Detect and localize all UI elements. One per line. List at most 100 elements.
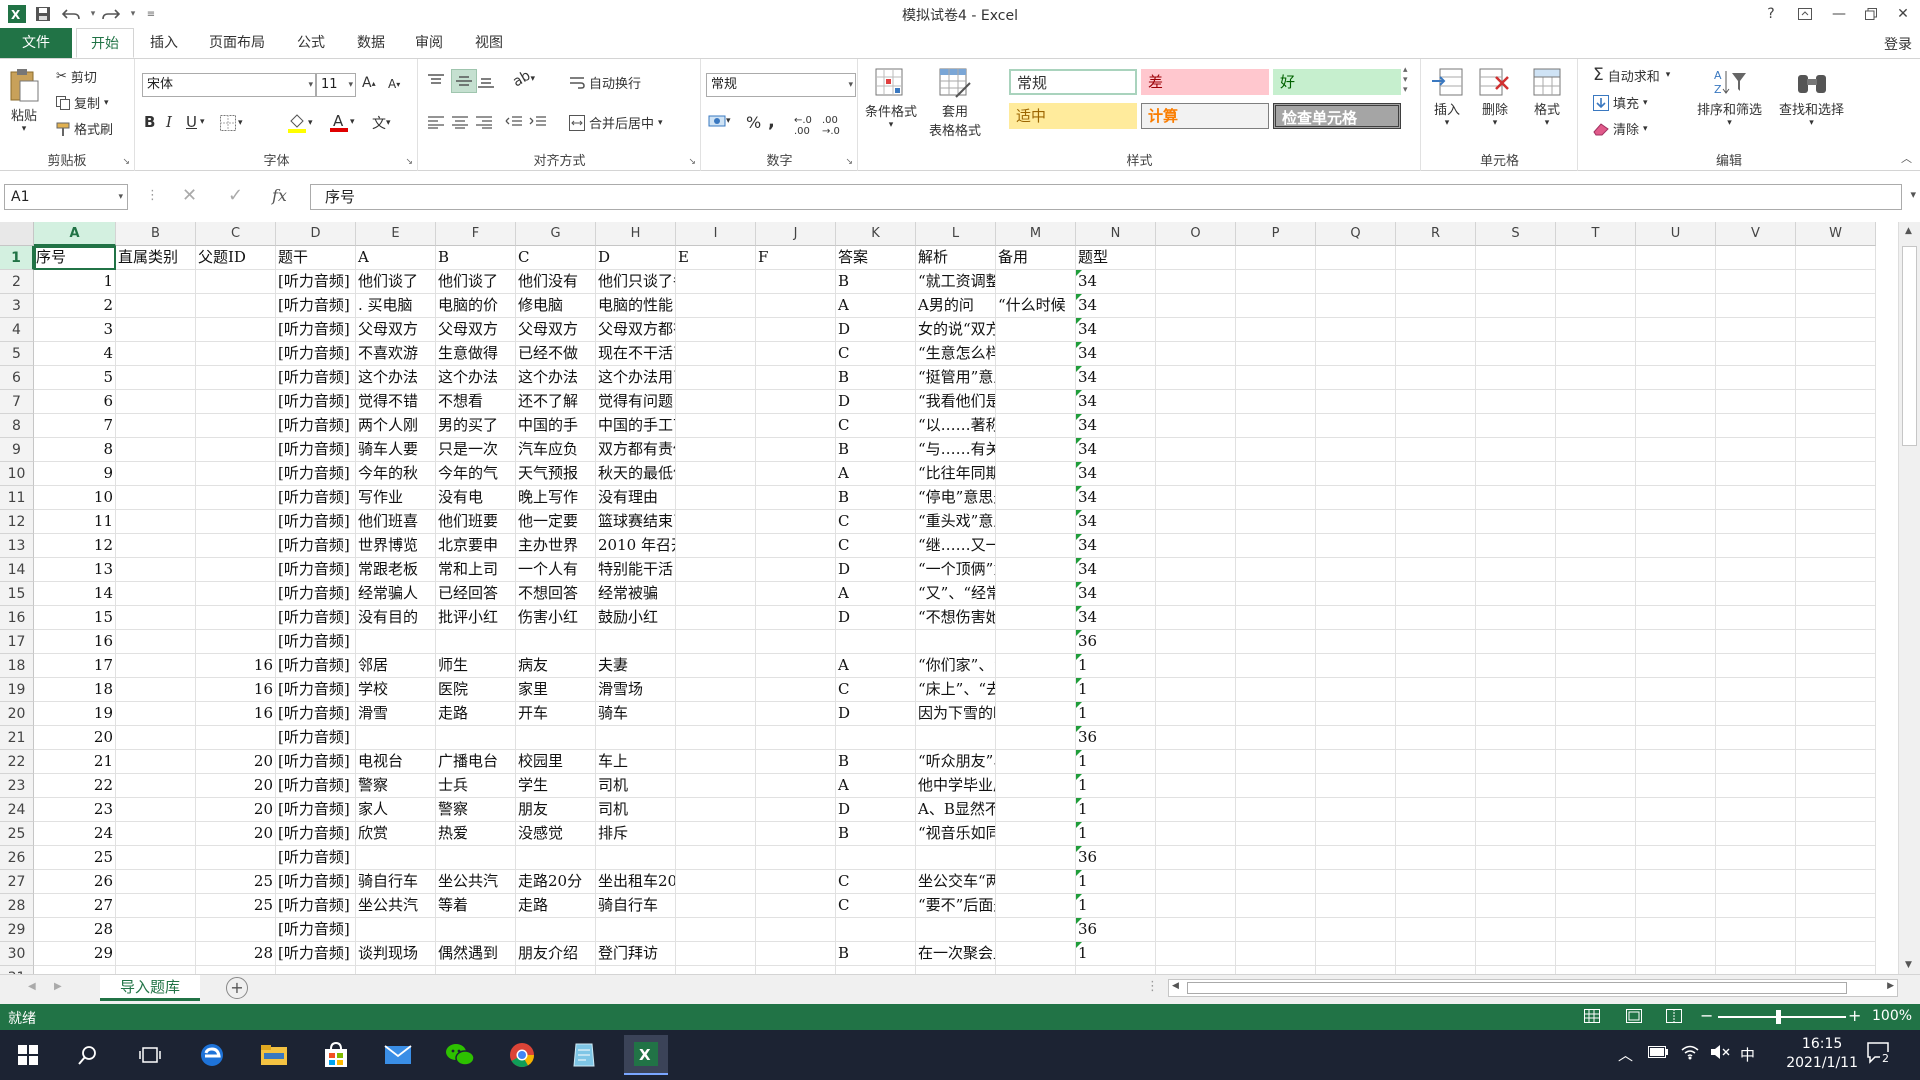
table-cell[interactable] bbox=[1476, 750, 1556, 774]
row-header[interactable]: 19 bbox=[0, 678, 34, 702]
table-cell[interactable] bbox=[1476, 774, 1556, 798]
table-cell[interactable] bbox=[1796, 558, 1876, 582]
table-cell[interactable]: [听力音频] bbox=[276, 318, 356, 342]
formula-input[interactable]: 序号 bbox=[310, 184, 1902, 210]
table-cell[interactable] bbox=[1716, 630, 1796, 654]
table-cell[interactable]: 父母双方 bbox=[356, 318, 436, 342]
table-cell[interactable] bbox=[1316, 822, 1396, 846]
table-cell[interactable]: 觉得有问题 bbox=[596, 390, 676, 414]
table-cell[interactable] bbox=[836, 726, 916, 750]
table-cell[interactable] bbox=[196, 390, 276, 414]
table-cell[interactable] bbox=[1796, 414, 1876, 438]
table-cell[interactable] bbox=[1636, 822, 1716, 846]
cancel-entry-icon[interactable]: ✕ bbox=[182, 185, 197, 206]
table-cell[interactable]: 他们只谈了各自的看法 bbox=[596, 270, 676, 294]
table-cell[interactable] bbox=[1636, 918, 1716, 942]
table-cell[interactable] bbox=[1636, 438, 1716, 462]
table-cell[interactable]: 9 bbox=[34, 462, 116, 486]
row-header[interactable]: 4 bbox=[0, 318, 34, 342]
table-cell[interactable]: 一个人有 bbox=[516, 558, 596, 582]
table-cell[interactable] bbox=[676, 318, 756, 342]
table-cell[interactable] bbox=[1396, 390, 1476, 414]
table-cell[interactable]: B bbox=[836, 486, 916, 510]
table-cell[interactable] bbox=[1396, 414, 1476, 438]
table-cell[interactable] bbox=[756, 390, 836, 414]
table-cell[interactable] bbox=[1636, 294, 1716, 318]
table-cell[interactable] bbox=[1156, 390, 1236, 414]
table-cell[interactable] bbox=[1476, 558, 1556, 582]
table-cell[interactable]: 16 bbox=[196, 654, 276, 678]
table-cell[interactable] bbox=[1316, 654, 1396, 678]
table-cell[interactable]: A、B显然不对；他想 bbox=[916, 798, 996, 822]
table-cell[interactable] bbox=[676, 366, 756, 390]
clock[interactable]: 16:15 2021/1/11 bbox=[1786, 1035, 1858, 1073]
table-cell[interactable] bbox=[1796, 942, 1876, 966]
table-cell[interactable]: 3 bbox=[34, 318, 116, 342]
table-cell[interactable] bbox=[116, 846, 196, 870]
table-cell[interactable] bbox=[1156, 342, 1236, 366]
table-cell[interactable] bbox=[1156, 798, 1236, 822]
table-cell[interactable] bbox=[116, 606, 196, 630]
table-cell[interactable] bbox=[1716, 678, 1796, 702]
table-cell[interactable] bbox=[1396, 606, 1476, 630]
table-cell[interactable] bbox=[1556, 414, 1636, 438]
table-cell[interactable] bbox=[1796, 966, 1876, 974]
table-cell[interactable] bbox=[1476, 294, 1556, 318]
table-cell[interactable]: [听力音频] bbox=[276, 606, 356, 630]
table-cell[interactable]: 34 bbox=[1076, 342, 1156, 366]
table-cell[interactable] bbox=[1556, 390, 1636, 414]
table-cell[interactable] bbox=[116, 462, 196, 486]
sort-filter-button[interactable]: AZ 排序和筛选 ▾ bbox=[1697, 67, 1762, 128]
table-cell[interactable] bbox=[516, 726, 596, 750]
table-cell[interactable] bbox=[1396, 750, 1476, 774]
table-cell[interactable]: 12 bbox=[34, 534, 116, 558]
table-cell[interactable] bbox=[756, 966, 836, 974]
add-sheet-icon[interactable]: + bbox=[226, 977, 248, 999]
table-cell[interactable]: [听力音频] bbox=[276, 486, 356, 510]
table-cell[interactable] bbox=[196, 846, 276, 870]
table-cell[interactable]: B bbox=[836, 438, 916, 462]
table-cell[interactable]: 题干 bbox=[276, 246, 356, 270]
table-cell[interactable]: 病友 bbox=[516, 654, 596, 678]
table-cell[interactable]: 1 bbox=[1076, 654, 1156, 678]
table-cell[interactable] bbox=[1076, 966, 1156, 974]
table-cell[interactable] bbox=[1316, 798, 1396, 822]
table-cell[interactable] bbox=[1796, 534, 1876, 558]
table-cell[interactable]: 序号 bbox=[34, 246, 116, 270]
table-cell[interactable] bbox=[1716, 438, 1796, 462]
table-cell[interactable] bbox=[1556, 342, 1636, 366]
table-cell[interactable] bbox=[1636, 750, 1716, 774]
paste-button[interactable]: 粘贴 ▾ bbox=[8, 67, 40, 134]
table-cell[interactable] bbox=[1316, 246, 1396, 270]
table-cell[interactable] bbox=[996, 678, 1076, 702]
excel-taskbar-icon[interactable]: X bbox=[624, 1035, 668, 1075]
table-cell[interactable] bbox=[1796, 606, 1876, 630]
table-cell[interactable] bbox=[436, 846, 516, 870]
sheet-next-icon[interactable]: ▶ bbox=[54, 981, 62, 992]
table-cell[interactable]: 滑雪场 bbox=[596, 678, 676, 702]
table-cell[interactable]: “我看他们是没经验 bbox=[916, 390, 996, 414]
table-cell[interactable] bbox=[756, 534, 836, 558]
wrap-text-button[interactable]: 自动换行 bbox=[569, 73, 641, 92]
table-cell[interactable]: “挺管用”意思是有 bbox=[916, 366, 996, 390]
table-cell[interactable] bbox=[756, 846, 836, 870]
table-cell[interactable] bbox=[1156, 366, 1236, 390]
table-cell[interactable]: 16 bbox=[196, 678, 276, 702]
table-cell[interactable] bbox=[1556, 630, 1636, 654]
table-cell[interactable] bbox=[116, 942, 196, 966]
table-cell[interactable] bbox=[1716, 894, 1796, 918]
column-header[interactable]: W bbox=[1796, 222, 1876, 246]
table-cell[interactable] bbox=[1636, 726, 1716, 750]
table-cell[interactable] bbox=[1316, 318, 1396, 342]
table-cell[interactable] bbox=[196, 918, 276, 942]
row-header[interactable]: 29 bbox=[0, 918, 34, 942]
table-cell[interactable]: [听力音频] bbox=[276, 894, 356, 918]
table-cell[interactable]: “不想伤害她的自尊 bbox=[916, 606, 996, 630]
table-cell[interactable] bbox=[1396, 942, 1476, 966]
table-cell[interactable]: 不想回答 bbox=[516, 582, 596, 606]
table-cell[interactable]: 他中学毕业后当兵， bbox=[916, 774, 996, 798]
table-cell[interactable] bbox=[756, 750, 836, 774]
table-cell[interactable] bbox=[1236, 726, 1316, 750]
table-cell[interactable] bbox=[1716, 966, 1796, 974]
table-cell[interactable] bbox=[1476, 462, 1556, 486]
